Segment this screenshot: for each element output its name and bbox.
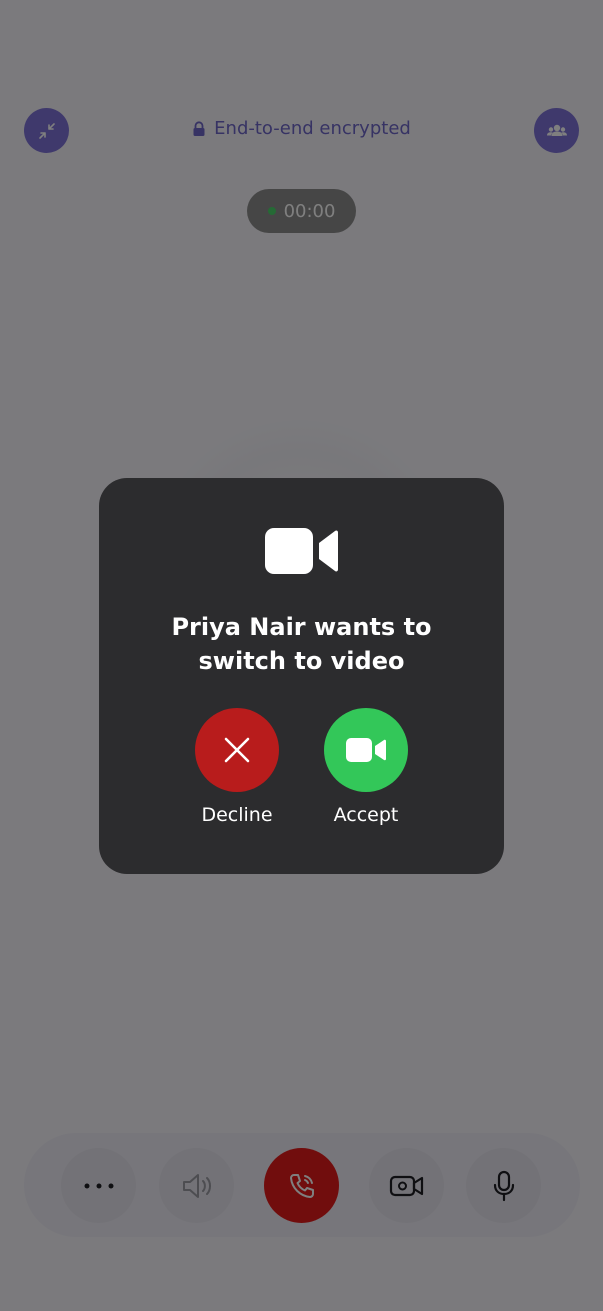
decline-label: Decline (201, 804, 273, 826)
accept-label: Accept (333, 804, 399, 826)
video-camera-icon (346, 738, 386, 762)
dialog-message: Priya Nair wants to switch to video (171, 613, 432, 675)
switch-to-video-dialog: Priya Nair wants to switch to video Decl… (99, 478, 504, 874)
decline-action: Decline (182, 708, 292, 826)
accept-action: Accept (311, 708, 421, 826)
decline-button[interactable] (195, 708, 279, 792)
video-camera-icon (264, 528, 338, 574)
accept-button[interactable] (324, 708, 408, 792)
close-icon (224, 737, 250, 763)
